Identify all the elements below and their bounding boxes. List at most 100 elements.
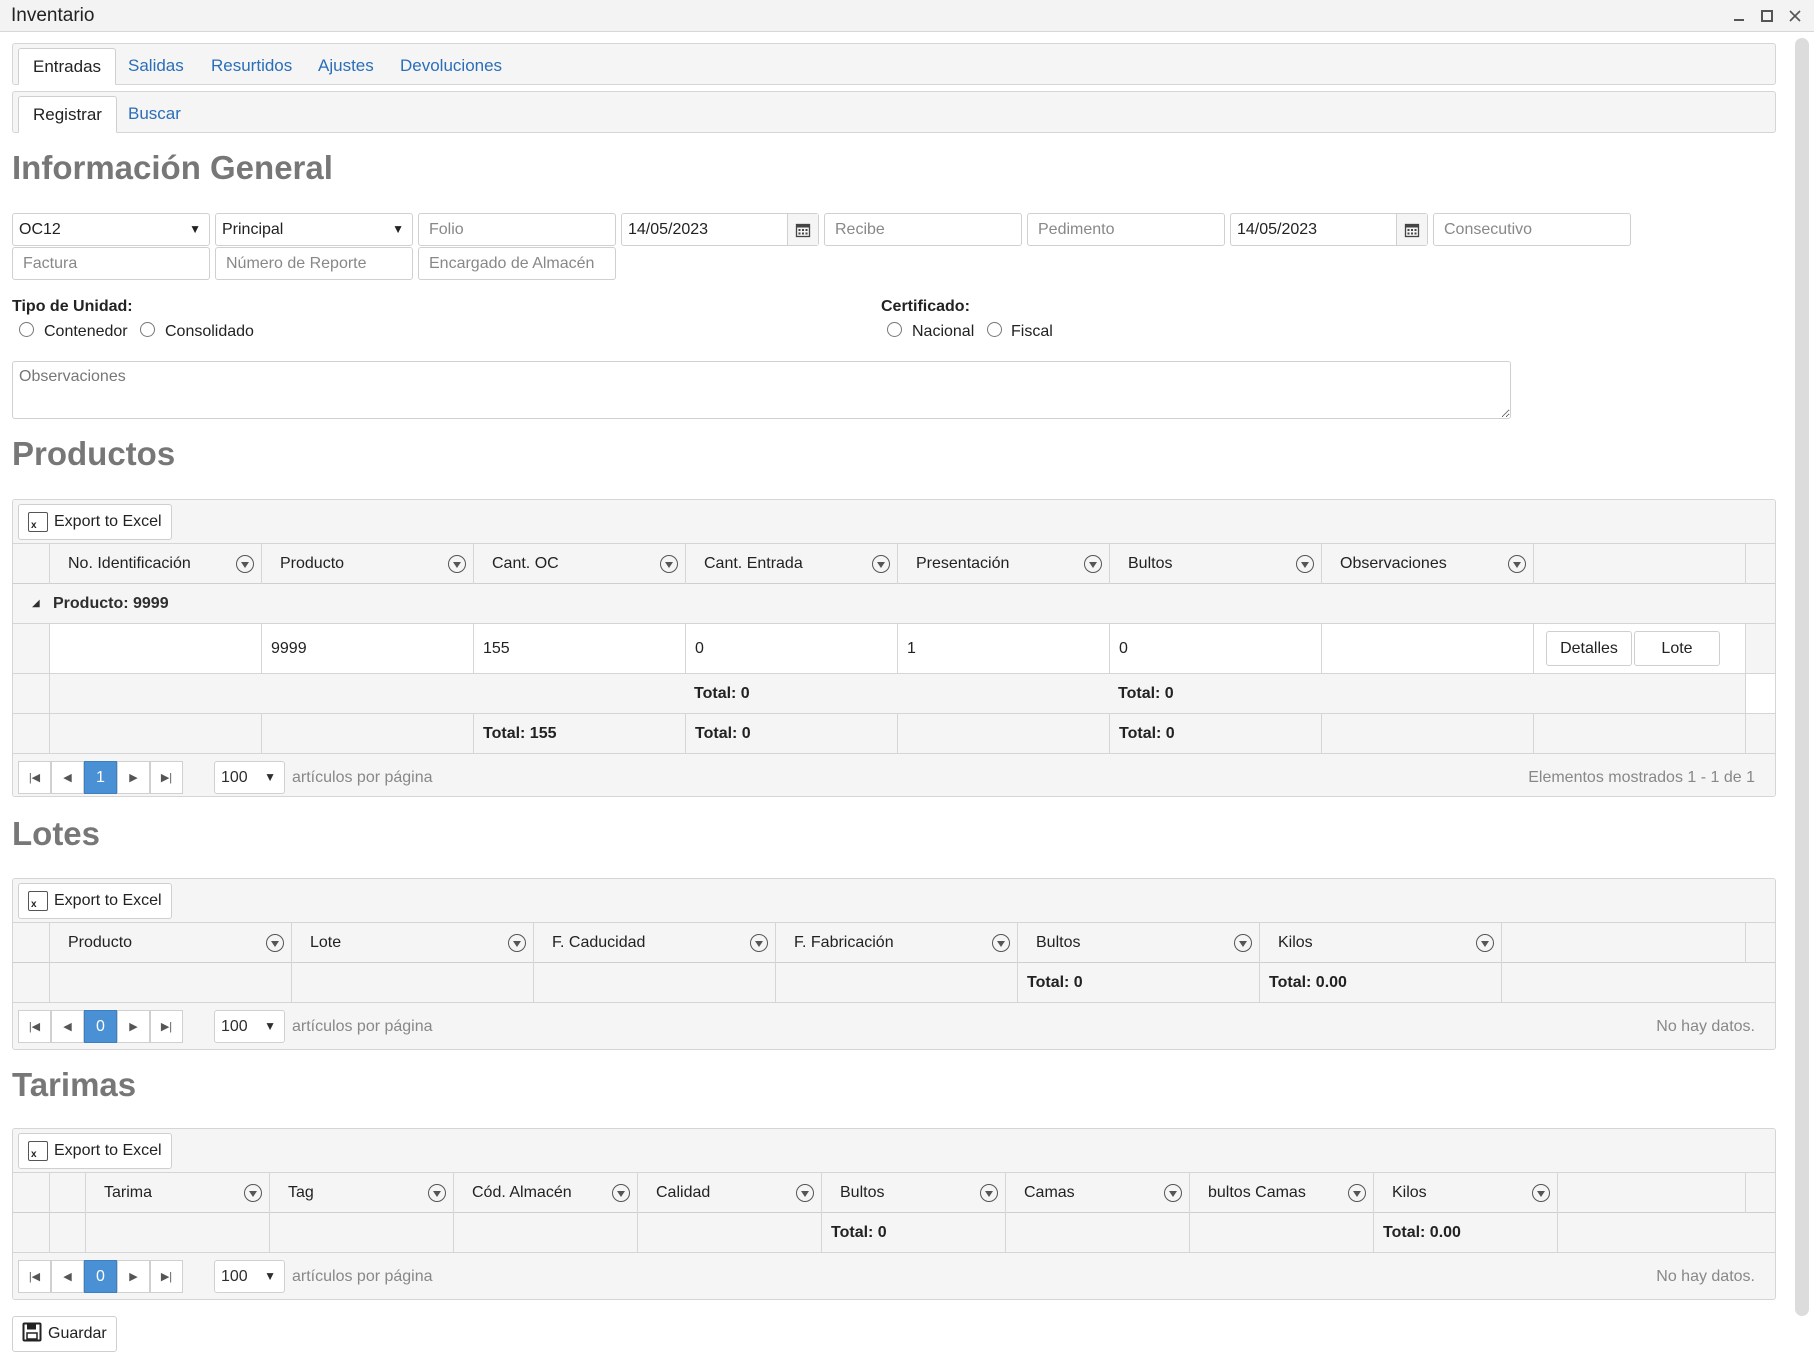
col-bultos[interactable]: Bultos bbox=[821, 1173, 1005, 1213]
filter-icon[interactable] bbox=[1532, 1184, 1550, 1202]
col-cod-almacen[interactable]: Cód. Almacén bbox=[453, 1173, 637, 1213]
tab-devoluciones[interactable]: Devoluciones bbox=[386, 48, 516, 85]
filter-icon[interactable] bbox=[266, 934, 284, 952]
col-cant-oc[interactable]: Cant. OC bbox=[473, 544, 685, 584]
next-page-icon[interactable]: ▶ bbox=[117, 761, 150, 794]
calendar-icon[interactable] bbox=[1396, 214, 1427, 245]
filter-icon[interactable] bbox=[508, 934, 526, 952]
filter-icon[interactable] bbox=[428, 1184, 446, 1202]
tarimas-export-excel-button[interactable]: x Export to Excel bbox=[18, 1133, 172, 1169]
radio-contenedor[interactable] bbox=[19, 322, 34, 337]
collapse-triangle-icon[interactable]: ◢ bbox=[32, 598, 40, 609]
filter-icon[interactable] bbox=[612, 1184, 630, 1202]
recibe-input[interactable] bbox=[824, 213, 1022, 246]
lotes-export-excel-button[interactable]: x Export to Excel bbox=[18, 883, 172, 919]
filter-icon[interactable] bbox=[750, 934, 768, 952]
col-producto[interactable]: Producto bbox=[261, 544, 473, 584]
col-f-caducidad[interactable]: F. Caducidad bbox=[533, 923, 775, 963]
orden-compra-select[interactable]: OC12 ▼ bbox=[12, 213, 210, 246]
prev-page-icon[interactable]: ◀ bbox=[51, 1260, 84, 1293]
col-kilos[interactable]: Kilos bbox=[1259, 923, 1501, 963]
filter-icon[interactable] bbox=[1476, 934, 1494, 952]
col-calidad[interactable]: Calidad bbox=[637, 1173, 821, 1213]
col-bultos-camas[interactable]: bultos Camas bbox=[1189, 1173, 1373, 1213]
lote-button[interactable]: Lote bbox=[1634, 631, 1720, 666]
filter-icon[interactable] bbox=[980, 1184, 998, 1202]
consecutivo-input[interactable] bbox=[1433, 213, 1631, 246]
filter-icon[interactable] bbox=[796, 1184, 814, 1202]
numero-reporte-input[interactable] bbox=[215, 247, 413, 280]
col-producto[interactable]: Producto bbox=[49, 923, 291, 963]
fecha1-input[interactable] bbox=[622, 214, 787, 245]
current-page[interactable]: 1 bbox=[84, 761, 117, 794]
fecha2-input[interactable] bbox=[1231, 214, 1396, 245]
col-no-identificacion[interactable]: No. Identificación bbox=[49, 544, 261, 584]
tab-ajustes[interactable]: Ajustes bbox=[304, 48, 388, 85]
filter-icon[interactable] bbox=[1296, 555, 1314, 573]
fecha1-datepicker[interactable] bbox=[621, 213, 819, 246]
maximize-icon[interactable] bbox=[1756, 5, 1778, 27]
radio-fiscal[interactable] bbox=[987, 322, 1002, 337]
fecha2-datepicker[interactable] bbox=[1230, 213, 1428, 246]
close-icon[interactable] bbox=[1784, 5, 1806, 27]
prev-page-icon[interactable]: ◀ bbox=[51, 1010, 84, 1043]
filter-icon[interactable] bbox=[1084, 555, 1102, 573]
next-page-icon[interactable]: ▶ bbox=[117, 1010, 150, 1043]
cell-observaciones[interactable] bbox=[1321, 624, 1533, 673]
cell-bultos[interactable]: 0 bbox=[1109, 624, 1321, 673]
col-observaciones[interactable]: Observaciones bbox=[1321, 544, 1533, 584]
radio-consolidado[interactable] bbox=[140, 322, 155, 337]
vertical-scrollbar[interactable] bbox=[1795, 38, 1809, 1316]
radio-nacional[interactable] bbox=[887, 322, 902, 337]
last-page-icon[interactable]: ▶| bbox=[150, 1010, 183, 1043]
pedimento-input[interactable] bbox=[1027, 213, 1225, 246]
filter-icon[interactable] bbox=[236, 555, 254, 573]
current-page[interactable]: 0 bbox=[84, 1260, 117, 1293]
filter-icon[interactable] bbox=[244, 1184, 262, 1202]
table-row[interactable]: 9999 155 0 1 0 Detalles Lote bbox=[13, 624, 1775, 674]
col-f-fabricacion[interactable]: F. Fabricación bbox=[775, 923, 1017, 963]
next-page-icon[interactable]: ▶ bbox=[117, 1260, 150, 1293]
col-bultos[interactable]: Bultos bbox=[1109, 544, 1321, 584]
encargado-almacen-input[interactable] bbox=[418, 247, 616, 280]
tab-registrar[interactable]: Registrar bbox=[18, 96, 117, 133]
detalles-button[interactable]: Detalles bbox=[1546, 631, 1632, 666]
col-bultos[interactable]: Bultos bbox=[1017, 923, 1259, 963]
page-size-select[interactable]: 100 ▼ bbox=[214, 761, 285, 794]
first-page-icon[interactable]: |◀ bbox=[18, 1010, 51, 1043]
minimize-icon[interactable] bbox=[1728, 5, 1750, 27]
col-lote[interactable]: Lote bbox=[291, 923, 533, 963]
first-page-icon[interactable]: |◀ bbox=[18, 761, 51, 794]
current-page[interactable]: 0 bbox=[84, 1010, 117, 1043]
tab-entradas[interactable]: Entradas bbox=[18, 48, 117, 85]
filter-icon[interactable] bbox=[660, 555, 678, 573]
col-tag[interactable]: Tag bbox=[269, 1173, 453, 1213]
last-page-icon[interactable]: ▶| bbox=[150, 1260, 183, 1293]
almacen-select[interactable]: Principal ▼ bbox=[215, 213, 413, 246]
page-size-select[interactable]: 100 ▼ bbox=[214, 1010, 285, 1043]
save-button[interactable]: Guardar bbox=[12, 1316, 117, 1352]
factura-input[interactable] bbox=[12, 247, 210, 280]
col-presentacion[interactable]: Presentación bbox=[897, 544, 1109, 584]
filter-icon[interactable] bbox=[1348, 1184, 1366, 1202]
col-camas[interactable]: Camas bbox=[1005, 1173, 1189, 1213]
folio-input[interactable] bbox=[418, 213, 616, 246]
col-tarima[interactable]: Tarima bbox=[85, 1173, 269, 1213]
last-page-icon[interactable]: ▶| bbox=[150, 761, 183, 794]
filter-icon[interactable] bbox=[992, 934, 1010, 952]
filter-icon[interactable] bbox=[1234, 934, 1252, 952]
productos-export-excel-button[interactable]: x Export to Excel bbox=[18, 504, 172, 540]
filter-icon[interactable] bbox=[448, 555, 466, 573]
tab-salidas[interactable]: Salidas bbox=[114, 48, 198, 85]
col-kilos[interactable]: Kilos bbox=[1373, 1173, 1557, 1213]
prev-page-icon[interactable]: ◀ bbox=[51, 761, 84, 794]
filter-icon[interactable] bbox=[1164, 1184, 1182, 1202]
page-size-select[interactable]: 100 ▼ bbox=[214, 1260, 285, 1293]
tab-resurtidos[interactable]: Resurtidos bbox=[197, 48, 306, 85]
cell-cant-entrada[interactable]: 0 bbox=[685, 624, 897, 673]
filter-icon[interactable] bbox=[1508, 555, 1526, 573]
observaciones-textarea[interactable] bbox=[12, 361, 1511, 419]
calendar-icon[interactable] bbox=[787, 214, 818, 245]
filter-icon[interactable] bbox=[872, 555, 890, 573]
col-cant-entrada[interactable]: Cant. Entrada bbox=[685, 544, 897, 584]
